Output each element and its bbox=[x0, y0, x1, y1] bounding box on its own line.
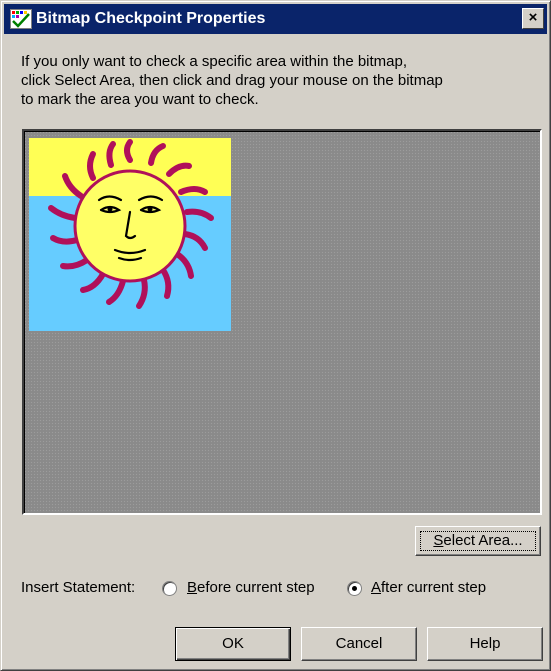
radio-selected-dot bbox=[352, 586, 357, 591]
cancel-label: Cancel bbox=[335, 635, 383, 652]
insert-statement-label: Insert Statement: bbox=[21, 579, 136, 596]
focus-ring bbox=[420, 531, 536, 551]
help-label: Help bbox=[469, 635, 501, 652]
label-text: fter current step bbox=[381, 579, 487, 596]
close-button[interactable]: × bbox=[522, 8, 544, 29]
checkpoint-icon bbox=[10, 9, 32, 29]
instruction-line: If you only want to check a specific are… bbox=[21, 53, 408, 70]
label-text: efore current step bbox=[197, 579, 315, 596]
after-step-radio[interactable] bbox=[347, 581, 362, 596]
ok-label: OK bbox=[222, 635, 244, 652]
close-icon: × bbox=[528, 9, 538, 26]
bitmap-preview-area[interactable] bbox=[22, 129, 542, 515]
sun-face-bitmap[interactable] bbox=[29, 138, 231, 331]
title-bar[interactable]: Bitmap Checkpoint Properties × bbox=[4, 4, 547, 34]
before-step-label[interactable]: Before current step bbox=[187, 579, 315, 596]
before-step-radio[interactable] bbox=[162, 581, 177, 596]
accelerator-key: B bbox=[187, 579, 198, 596]
window-title: Bitmap Checkpoint Properties bbox=[36, 10, 266, 27]
instruction-line: to mark the area you want to check. bbox=[21, 91, 259, 108]
instructions-text: If you only want to check a specific are… bbox=[21, 52, 531, 109]
instruction-line: click Select Area, then click and drag y… bbox=[21, 72, 443, 89]
select-area-button[interactable]: Select Area... bbox=[415, 526, 541, 556]
cancel-button[interactable]: Cancel bbox=[301, 627, 417, 661]
after-step-label[interactable]: After current step bbox=[371, 579, 486, 596]
bitmap-checkpoint-dialog: Bitmap Checkpoint Properties × If you on… bbox=[0, 0, 551, 671]
help-button[interactable]: Help bbox=[427, 627, 543, 661]
ok-button[interactable]: OK bbox=[175, 627, 291, 661]
accelerator-key: A bbox=[371, 579, 382, 596]
